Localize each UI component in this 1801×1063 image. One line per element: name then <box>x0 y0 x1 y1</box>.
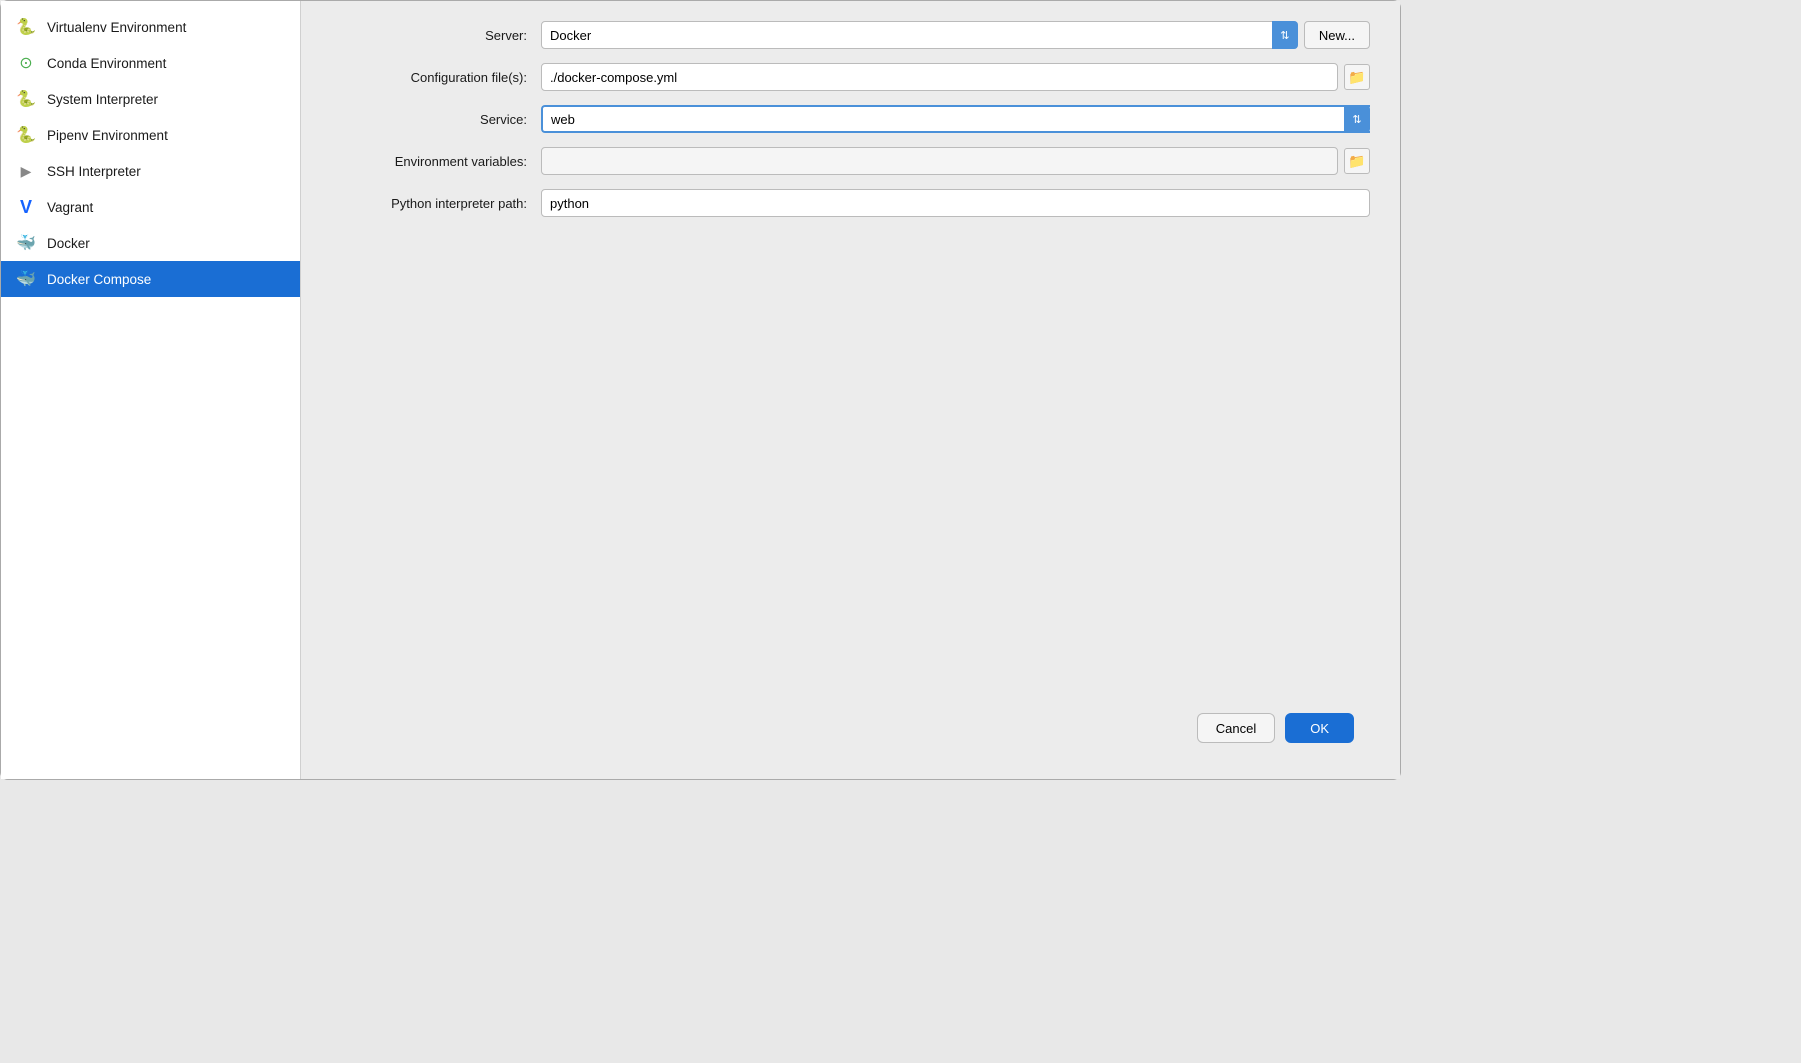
python-path-input[interactable] <box>541 189 1370 217</box>
config-browse-button[interactable]: 📁 <box>1344 64 1370 90</box>
vagrant-icon: V <box>15 196 37 218</box>
sidebar-item-system[interactable]: 🐍 System Interpreter <box>1 81 300 117</box>
sidebar-item-virtualenv[interactable]: 🐍 Virtualenv Environment <box>1 9 300 45</box>
env-control: 📁 <box>541 147 1370 175</box>
docker-compose-icon: 🐳 <box>15 268 37 290</box>
virtualenv-icon: 🐍 <box>15 16 37 38</box>
service-row: Service: ⇅ <box>331 105 1370 133</box>
server-control: Docker ⇅ New... <box>541 21 1370 49</box>
env-label: Environment variables: <box>331 154 541 169</box>
config-input[interactable] <box>541 63 1338 91</box>
sidebar-item-docker[interactable]: 🐳 Docker <box>1 225 300 261</box>
sidebar-item-label: System Interpreter <box>47 92 158 107</box>
service-label: Service: <box>331 112 541 127</box>
folder-icon: 📁 <box>1348 69 1365 86</box>
sidebar-item-label: Vagrant <box>47 200 93 215</box>
cancel-button[interactable]: Cancel <box>1197 713 1275 743</box>
conda-icon: ⊙ <box>15 52 37 74</box>
folder-icon: 📁 <box>1348 153 1365 170</box>
sidebar-item-label: SSH Interpreter <box>47 164 141 179</box>
new-server-button[interactable]: New... <box>1304 21 1370 49</box>
python-path-label: Python interpreter path: <box>331 196 541 211</box>
ok-button[interactable]: OK <box>1285 713 1354 743</box>
sidebar-item-docker-compose[interactable]: 🐳 Docker Compose <box>1 261 300 297</box>
config-row: Configuration file(s): 📁 <box>331 63 1370 91</box>
pipenv-icon: 🐍 <box>15 124 37 146</box>
main-content: Server: Docker ⇅ New... Configuration fi <box>301 1 1400 779</box>
sidebar: 🐍 Virtualenv Environment ⊙ Conda Environ… <box>1 1 301 779</box>
dialog-footer: Cancel OK <box>331 701 1370 759</box>
system-icon: 🐍 <box>15 88 37 110</box>
python-path-control <box>541 189 1370 217</box>
sidebar-item-label: Docker <box>47 236 90 251</box>
sidebar-item-pipenv[interactable]: 🐍 Pipenv Environment <box>1 117 300 153</box>
service-select-wrap: ⇅ <box>541 105 1370 133</box>
form-area: Server: Docker ⇅ New... Configuration fi <box>331 21 1370 701</box>
server-label: Server: <box>331 28 541 43</box>
sidebar-item-label: Docker Compose <box>47 272 151 287</box>
config-label: Configuration file(s): <box>331 70 541 85</box>
sidebar-item-label: Conda Environment <box>47 56 166 71</box>
sidebar-item-conda[interactable]: ⊙ Conda Environment <box>1 45 300 81</box>
sidebar-item-label: Virtualenv Environment <box>47 20 186 35</box>
server-select[interactable]: Docker <box>541 21 1298 49</box>
sidebar-item-ssh[interactable]: ▶ SSH Interpreter <box>1 153 300 189</box>
server-select-wrap: Docker ⇅ <box>541 21 1298 49</box>
service-control: ⇅ <box>541 105 1370 133</box>
server-row: Server: Docker ⇅ New... <box>331 21 1370 49</box>
env-input[interactable] <box>541 147 1338 175</box>
config-control: 📁 <box>541 63 1370 91</box>
sidebar-item-label: Pipenv Environment <box>47 128 168 143</box>
python-path-row: Python interpreter path: <box>331 189 1370 217</box>
env-browse-button[interactable]: 📁 <box>1344 148 1370 174</box>
sidebar-item-vagrant[interactable]: V Vagrant <box>1 189 300 225</box>
env-row: Environment variables: 📁 <box>331 147 1370 175</box>
docker-icon: 🐳 <box>15 232 37 254</box>
service-input[interactable] <box>541 105 1370 133</box>
ssh-icon: ▶ <box>15 160 37 182</box>
